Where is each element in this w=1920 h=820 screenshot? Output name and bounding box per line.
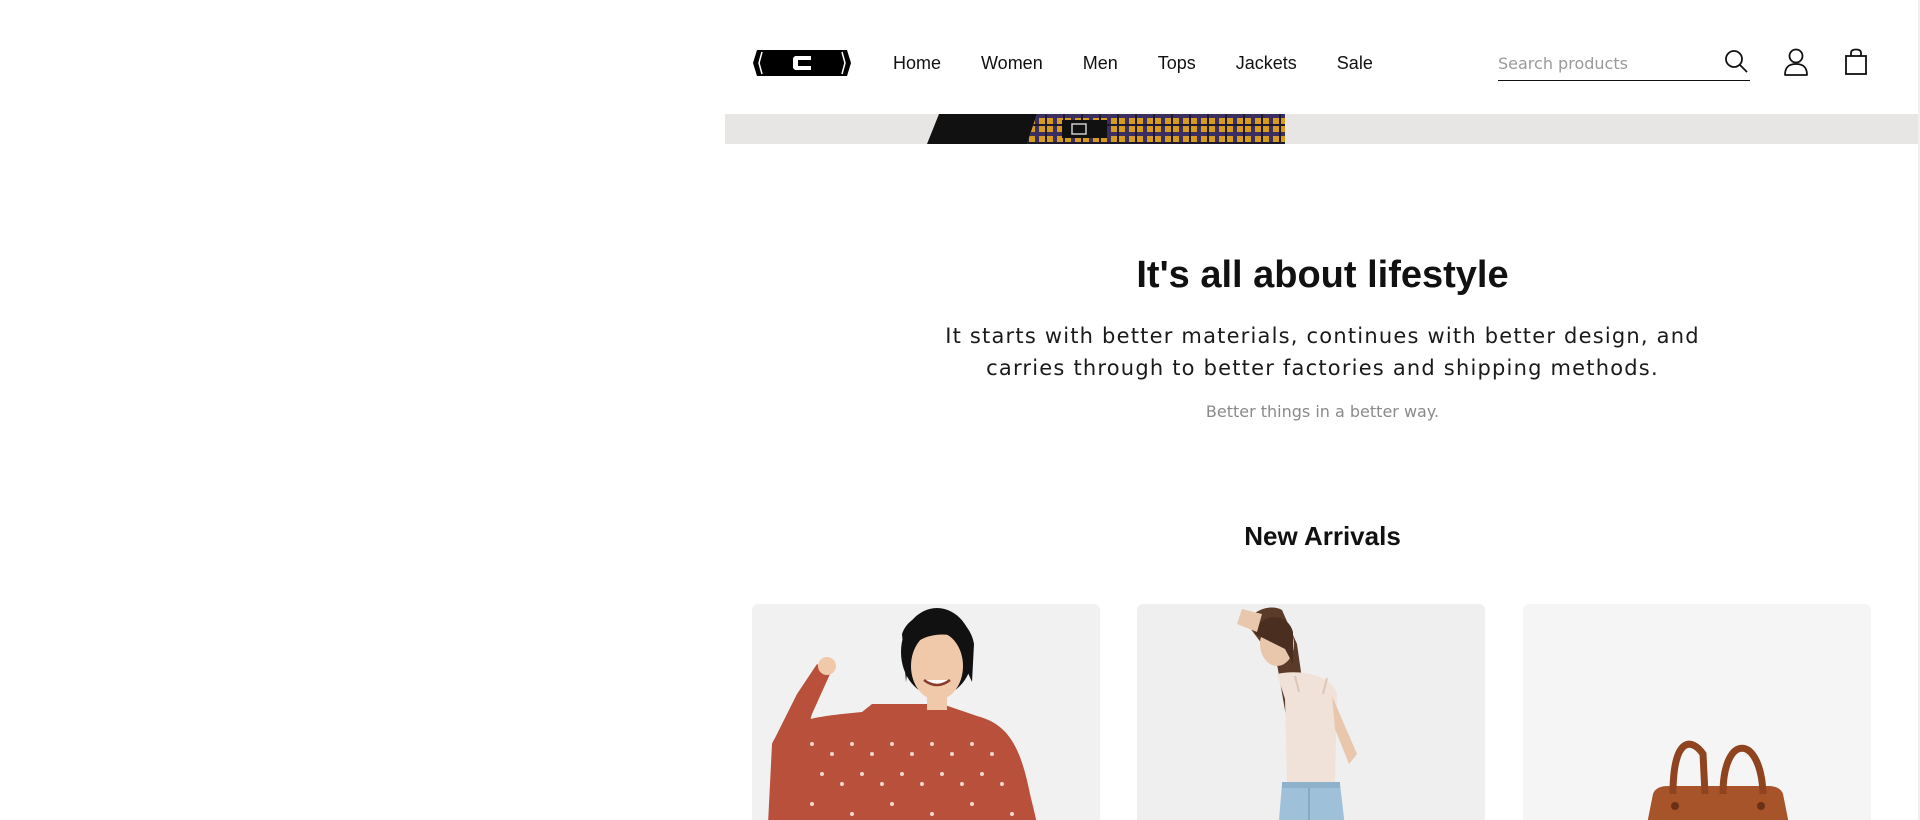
product-image — [1647, 740, 1789, 820]
search-bar — [1498, 48, 1750, 81]
new-arrivals-title: New Arrivals — [1244, 521, 1401, 551]
user-icon[interactable] — [1783, 48, 1809, 76]
product-image — [768, 608, 1037, 820]
nav-home[interactable]: Home — [893, 50, 941, 76]
shopping-bag-icon[interactable] — [1844, 48, 1868, 76]
search-icon[interactable] — [1724, 49, 1748, 73]
page: Home Women Men Tops Jackets Sale Search … — [0, 0, 1920, 820]
nav-sale[interactable]: Sale — [1337, 50, 1373, 76]
nav-jackets[interactable]: Jackets — [1236, 50, 1297, 76]
product-card[interactable] — [1523, 604, 1871, 820]
store-content: Home Women Men Tops Jackets Sale Search … — [725, 0, 1920, 820]
nav-men[interactable]: Men — [1083, 50, 1118, 76]
product-image — [1237, 607, 1357, 820]
lifestyle-subtitle: Better things in a better way. — [1205, 402, 1440, 421]
main-nav: Home Women Men Tops Jackets Sale — [893, 50, 1413, 76]
brand-logo-icon[interactable] — [753, 48, 851, 78]
lifestyle-title: It's all about lifestyle — [1136, 254, 1509, 296]
site-header: Home Women Men Tops Jackets Sale — [725, 0, 1920, 114]
nav-women[interactable]: Women — [981, 50, 1043, 76]
search-input[interactable] — [1498, 48, 1713, 78]
hero-image — [725, 114, 1920, 144]
product-card[interactable] — [1137, 604, 1485, 820]
product-card[interactable] — [752, 604, 1100, 820]
nav-tops[interactable]: Tops — [1158, 50, 1196, 76]
lifestyle-text: It starts with better materials, continu… — [945, 324, 1700, 380]
